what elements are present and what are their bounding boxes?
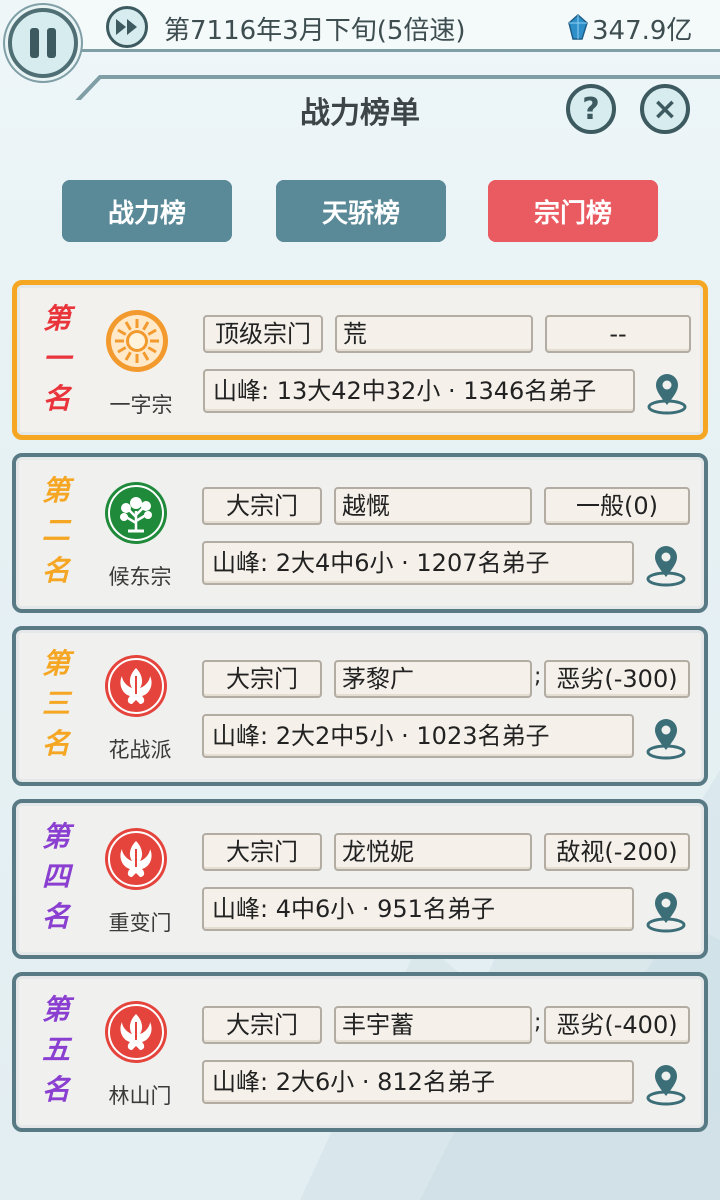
rank-char: 第 (42, 302, 71, 335)
sect-level-field: 顶级宗门 (203, 315, 323, 353)
rank-char: 三 (41, 687, 70, 720)
sun-emblem-icon (105, 309, 169, 373)
close-icon: × (652, 91, 678, 127)
rank-label: 第三名 (36, 644, 76, 764)
map-location-icon[interactable] (644, 716, 688, 760)
phoenix-emblem-icon (104, 827, 168, 891)
rank-char: 名 (41, 727, 70, 760)
map-location-icon[interactable] (644, 889, 688, 933)
relation-field: 敌视(-200) (544, 833, 690, 871)
rank-label: 第一名 (37, 299, 77, 419)
sect-name: 候东宗 (108, 565, 172, 589)
rank-char: 五 (41, 1033, 70, 1066)
rank-char: 第 (41, 820, 70, 853)
rank-label: 第二名 (36, 471, 76, 591)
sect-level-field: 大宗门 (202, 660, 322, 698)
rank-label: 第五名 (36, 990, 76, 1110)
rank-char: 二 (41, 514, 70, 547)
tab-power-ranking[interactable]: 战力榜 (62, 180, 232, 242)
help-button[interactable]: ? (566, 84, 616, 134)
sect-stats-field: 山峰: 2大6小 · 812名弟子 (202, 1060, 634, 1104)
sect-name: 花战派 (108, 738, 172, 762)
phoenix-emblem-icon (104, 1000, 168, 1064)
pause-icon-bar (47, 28, 56, 58)
sect-name: 一字宗 (109, 393, 173, 417)
sect-leader-field: 茅黎广 (334, 660, 532, 698)
sect-leader-field: 丰宇蓄 (334, 1006, 532, 1044)
ranking-card[interactable]: 第四名 重变门 大宗门 龙悦妮 敌视(-200) 山峰: 4中6小 · 951名… (12, 799, 708, 959)
separator: ; (534, 664, 542, 689)
map-location-icon[interactable] (645, 371, 689, 415)
sect-name: 林山门 (108, 1084, 172, 1108)
rank-char: 四 (41, 860, 70, 893)
pause-button[interactable] (8, 8, 78, 78)
rank-char: 第 (41, 474, 70, 507)
rank-char: 第 (41, 993, 70, 1026)
spirit-stone-icon (568, 14, 588, 40)
tab-label: 宗门榜 (533, 198, 612, 229)
sect-level-field: 大宗门 (202, 487, 322, 525)
sect-level-field: 大宗门 (202, 1006, 322, 1044)
close-button[interactable]: × (640, 84, 690, 134)
ranking-card[interactable]: 第五名 林山门 大宗门 丰宇蓄 ; 恶劣(-400) 山峰: 2大6小 · 81… (12, 972, 708, 1132)
fast-forward-icon (116, 19, 137, 35)
separator: ; (534, 1010, 542, 1035)
map-location-icon[interactable] (644, 1062, 688, 1106)
rank-char: 名 (42, 382, 71, 415)
tab-label: 战力榜 (107, 198, 186, 229)
sect-stats-field: 山峰: 2大4中6小 · 1207名弟子 (202, 541, 634, 585)
rank-char: 第 (41, 647, 70, 680)
sect-level-field: 大宗门 (202, 833, 322, 871)
rank-char: 名 (41, 554, 70, 587)
tree-emblem-icon (104, 481, 168, 545)
sect-stats-field: 山峰: 2大2中5小 · 1023名弟子 (202, 714, 634, 758)
currency-amount: 347.9亿 (592, 16, 693, 46)
sect-leader-field: 越慨 (334, 487, 532, 525)
tab-label: 天骄榜 (321, 198, 400, 229)
sect-stats-field: 山峰: 13大42中32小 · 1346名弟子 (203, 369, 635, 413)
relation-field: -- (545, 315, 691, 353)
map-location-icon[interactable] (644, 543, 688, 587)
relation-field: 恶劣(-300) (544, 660, 690, 698)
sect-leader-field: 荒 (335, 315, 533, 353)
ranking-card[interactable]: 第一名 一字宗 顶级宗门 荒 -- 山峰: 13大42中32小 · 1346名弟… (12, 280, 708, 440)
phoenix-emblem-icon (104, 654, 168, 718)
rank-char: 名 (41, 900, 70, 933)
pause-icon (30, 28, 39, 58)
help-icon: ? (582, 91, 600, 127)
sect-stats-field: 山峰: 4中6小 · 951名弟子 (202, 887, 634, 931)
relation-field: 一般(0) (544, 487, 690, 525)
relation-field: 恶劣(-400) (544, 1006, 690, 1044)
game-date: 第7116年3月下旬(5倍速) (164, 16, 466, 46)
sect-name: 重变门 (108, 911, 172, 935)
rank-char: 名 (41, 1073, 70, 1106)
rank-char: 一 (42, 342, 71, 375)
tab-genius-ranking[interactable]: 天骄榜 (276, 180, 446, 242)
rank-label: 第四名 (36, 817, 76, 937)
tab-sect-ranking[interactable]: 宗门榜 (488, 180, 658, 242)
top-status-bar: 第7116年3月下旬(5倍速) 347.9亿 (0, 0, 720, 100)
ranking-card[interactable]: 第三名 花战派 大宗门 茅黎广 ; 恶劣(-300) 山峰: 2大2中5小 · … (12, 626, 708, 786)
fast-forward-button[interactable] (106, 6, 148, 48)
ranking-card[interactable]: 第二名 候东宗 大宗门 越慨 一般(0) 山峰: 2大4中6小 · 1207名弟… (12, 453, 708, 613)
sect-leader-field: 龙悦妮 (334, 833, 532, 871)
